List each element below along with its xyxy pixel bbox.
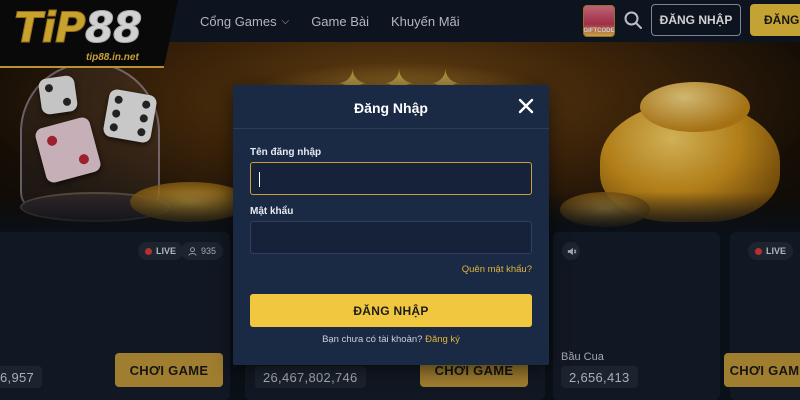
login-submit-button[interactable]: ĐĂNG NHẬP	[250, 294, 532, 327]
modal-divider	[233, 128, 549, 129]
page: Cổng Games ⌵ Game Bài Khuyến Mãi GIFTCOD…	[0, 0, 800, 400]
password-label: Mật khẩu	[250, 206, 294, 217]
signup-link[interactable]: Đăng ký	[425, 334, 460, 345]
username-field[interactable]	[250, 162, 532, 195]
password-field[interactable]	[250, 221, 532, 254]
close-icon[interactable]	[517, 97, 535, 115]
login-modal: Đăng Nhập Tên đăng nhập Mật khẩu Quên mậ…	[233, 85, 549, 365]
modal-title: Đăng Nhập	[354, 100, 428, 116]
signup-prompt-text: Bạn chưa có tài khoản?	[322, 334, 423, 345]
username-label: Tên đăng nhập	[250, 147, 322, 158]
text-caret	[259, 172, 260, 187]
forgot-password-link[interactable]: Quên mật khẩu?	[462, 264, 532, 275]
signup-prompt: Bạn chưa có tài khoản? Đăng ký	[233, 334, 549, 345]
